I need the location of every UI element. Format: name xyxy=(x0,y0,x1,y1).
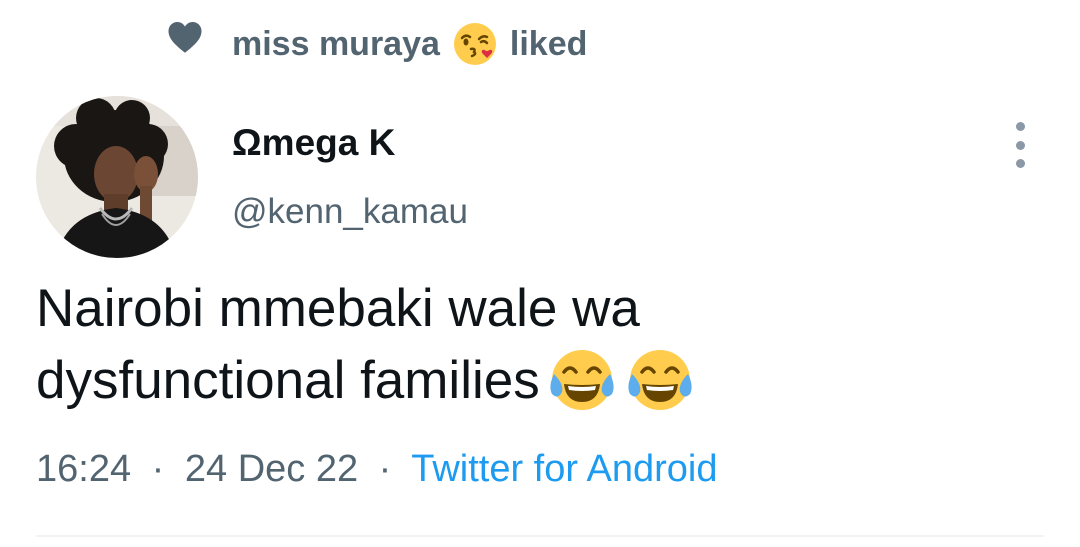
social-context[interactable]: miss muraya liked xyxy=(166,18,587,70)
social-context-text: miss muraya liked xyxy=(232,21,587,67)
tweet-source-link[interactable]: Twitter for Android xyxy=(411,448,717,490)
tears-of-joy-emoji-icon xyxy=(624,344,696,416)
meta-separator: · xyxy=(378,448,392,490)
tweet-meta: 16:24 · 24 Dec 22 · Twitter for Android xyxy=(36,448,717,491)
tweet-text-line-2: dysfunctional families xyxy=(36,344,1036,416)
heart-icon xyxy=(166,18,204,56)
divider xyxy=(36,535,1044,537)
author-handle[interactable]: @kenn_kamau xyxy=(232,192,468,232)
social-context-action: liked xyxy=(509,24,588,63)
tweet-date[interactable]: 24 Dec 22 xyxy=(185,448,358,490)
meta-separator: · xyxy=(151,448,165,490)
liker-name[interactable]: miss muraya xyxy=(232,25,440,64)
tears-of-joy-emoji-icon xyxy=(546,344,618,416)
more-options-button[interactable] xyxy=(1003,122,1037,168)
author-display-name[interactable]: Ωmega K xyxy=(232,122,395,164)
more-dot-icon xyxy=(1015,140,1025,150)
more-dot-icon xyxy=(1015,122,1025,131)
more-dot-icon xyxy=(1015,159,1025,168)
tweet-text-line-1: Nairobi mmebaki wale wa xyxy=(36,279,640,338)
tweet-page: miss muraya liked Ωmega K @kenn_kamau Na… xyxy=(0,0,1080,547)
tweet-text-line-2-text: dysfunctional families xyxy=(36,351,540,410)
tweet-text: Nairobi mmebaki wale wa dysfunctional fa… xyxy=(36,274,1036,416)
kiss-emoji-icon xyxy=(452,21,498,67)
avatar[interactable] xyxy=(36,96,198,258)
tweet-time[interactable]: 16:24 xyxy=(36,448,131,490)
